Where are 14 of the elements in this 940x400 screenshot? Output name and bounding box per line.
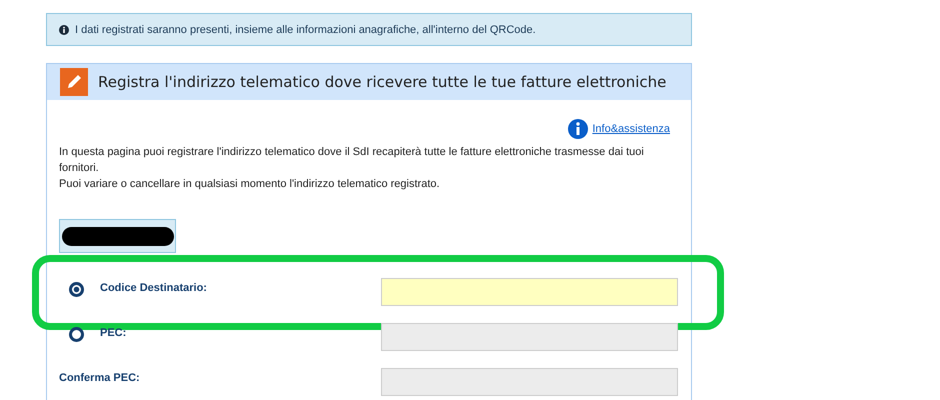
panel-title: Registra l'indirizzo telematico dove ricevere tutte le tue fatture elettroniche <box>98 73 666 91</box>
help-link[interactable]: Info&assistenza <box>592 123 670 135</box>
info-icon <box>568 119 588 139</box>
info-icon <box>59 24 69 34</box>
input-field[interactable] <box>381 278 678 306</box>
field-label: PEC: <box>100 327 128 339</box>
pencil-icon <box>60 68 88 96</box>
description-text: In questa pagina puoi registrare l'indirizzo telematico dove il SdI recapiterà tutte le fatture elettroniche trasmesse dai tuoi fornitori. <box>59 145 645 176</box>
description-text: Puoi variare o cancellare in qualsiasi momento l'indirizzo telematico registrato. <box>59 177 441 192</box>
field-label: Conferma PEC: <box>59 372 141 384</box>
notice-text: I dati registrati saranno presenti, insieme alle informazioni anagrafiche, all'interno del QRCode. <box>75 24 536 36</box>
field-label: Codice Destinatario: <box>100 282 208 294</box>
redacted-button[interactable] <box>59 219 176 253</box>
radio-button[interactable] <box>69 282 84 297</box>
